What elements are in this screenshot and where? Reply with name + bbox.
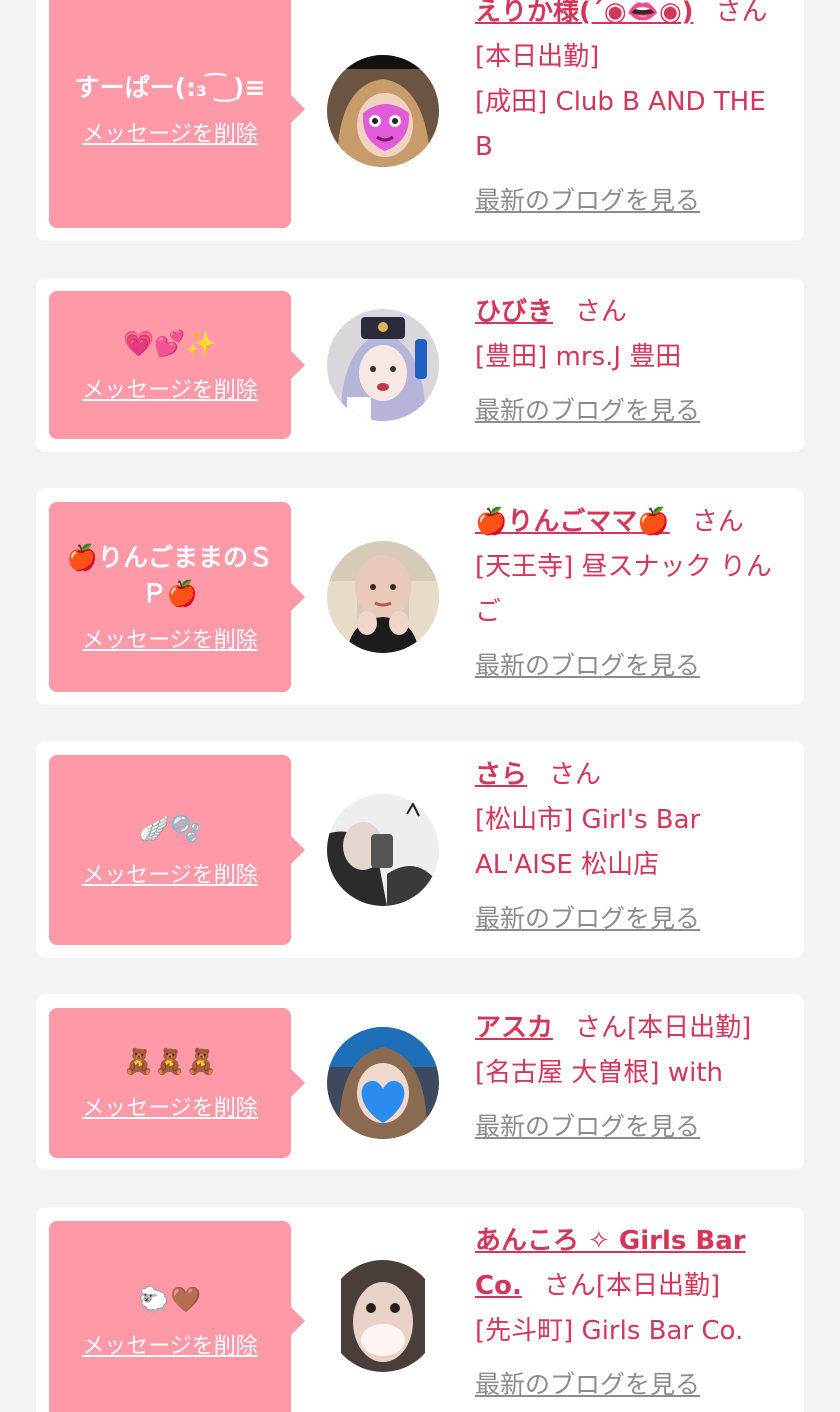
status-text: [本日出勤] <box>627 1013 752 1043</box>
message-tag: すーぱー(:₃ ͡ ͜ )≡ メッセージを削除 <box>49 0 305 228</box>
latest-blog-link[interactable]: 最新のブログを見る <box>475 643 787 688</box>
honorific: さん <box>575 297 628 327</box>
delete-message-link[interactable]: メッセージを削除 <box>82 1090 258 1122</box>
shop-location: [名古屋 大曽根] with <box>475 1058 723 1088</box>
message-tag-text: 💗💕✨ <box>123 329 217 358</box>
latest-blog-link[interactable]: 最新のブログを見る <box>475 1362 787 1407</box>
latest-blog-link[interactable]: 最新のブログを見る <box>475 896 787 941</box>
shop-location: [成田] Club B AND THE B <box>475 87 766 162</box>
message-tag: 🐑🤎 メッセージを削除 <box>49 1221 305 1412</box>
cast-name-link[interactable]: えりか様(´◉👄◉) <box>475 0 694 27</box>
avatar[interactable] <box>327 794 439 906</box>
cast-info: えりか様(´◉👄◉) さん [本日出勤] [成田] Club B AND THE … <box>475 0 787 223</box>
list-item: すーぱー(:₃ ͡ ͜ )≡ メッセージを削除 えりか様(´◉👄◉) さん [本日… <box>36 0 804 241</box>
delete-message-link[interactable]: メッセージを削除 <box>82 116 258 148</box>
status-text: [本日出勤] <box>475 42 600 72</box>
shop-location: [天王寺] 昼スナック りんご <box>475 552 772 627</box>
latest-blog-link[interactable]: 最新のブログを見る <box>475 178 787 223</box>
cast-info: さら さん [松山市] Girl's Bar AL'AISE 松山店 最新のブログ… <box>475 753 787 941</box>
delete-message-link[interactable]: メッセージを削除 <box>82 857 258 889</box>
honorific: さん <box>543 1271 596 1301</box>
delete-message-link[interactable]: メッセージを削除 <box>82 1328 258 1360</box>
delete-message-link[interactable]: メッセージを削除 <box>82 622 258 654</box>
shop-location: [先斗町] Girls Bar Co. <box>475 1316 744 1346</box>
list-item: 🪽🫧 メッセージを削除 さら さん [松山市] Girl's Bar AL'AIS… <box>36 741 804 958</box>
avatar[interactable] <box>327 1027 439 1139</box>
message-tag-text: 🐑🤎 <box>138 1285 202 1314</box>
honorific: さん <box>549 760 602 790</box>
cast-info: ひびき さん [豊田] mrs.J 豊田 最新のブログを見る <box>475 290 787 433</box>
avatar[interactable] <box>327 55 439 167</box>
message-tag: 🧸🧸🧸 メッセージを削除 <box>49 1008 305 1158</box>
message-tag: 🪽🫧 メッセージを削除 <box>49 755 305 945</box>
message-tag-text: すーぱー(:₃ ͡ ͜ )≡ <box>74 73 266 102</box>
cast-info: あんころ ✧ Girls Bar Co. さん[本日出勤] [先斗町] Girls… <box>475 1219 787 1407</box>
latest-blog-link[interactable]: 最新のブログを見る <box>475 1104 787 1149</box>
status-text: [本日出勤] <box>595 1271 721 1301</box>
message-tag: 🍎りんごままのＳＰ🍎 メッセージを削除 <box>49 502 305 692</box>
message-tag-text: 🪽🫧 <box>138 814 202 843</box>
honorific: さん <box>715 0 768 27</box>
message-list: すーぱー(:₃ ͡ ͜ )≡ メッセージを削除 えりか様(´◉👄◉) さん [本日… <box>0 0 840 1412</box>
avatar[interactable] <box>327 1260 439 1372</box>
honorific: さん <box>575 1013 628 1043</box>
message-tag-text: 🧸🧸🧸 <box>123 1047 217 1076</box>
cast-info: 🍎りんごママ🍎 さん [天王寺] 昼スナック りんご 最新のブログを見る <box>475 500 787 688</box>
message-tag-text: 🍎りんごままのＳＰ🍎 <box>66 543 274 608</box>
list-item: 🧸🧸🧸 メッセージを削除 アスカ さん[本日出勤] [名古屋 大曽根] with … <box>36 994 804 1170</box>
list-item: 💗💕✨ メッセージを削除 ひびき さん [豊田] mrs.J 豊田 最新のブログを… <box>36 278 804 452</box>
list-item: 🍎りんごままのＳＰ🍎 メッセージを削除 🍎りんごママ🍎 さん [天王寺] 昼スナッ… <box>36 488 804 705</box>
shop-location: [松山市] Girl's Bar AL'AISE 松山店 <box>475 805 701 880</box>
avatar[interactable] <box>327 541 439 653</box>
cast-info: アスカ さん[本日出勤] [名古屋 大曽根] with 最新のブログを見る <box>475 1006 787 1149</box>
latest-blog-link[interactable]: 最新のブログを見る <box>475 388 787 433</box>
shop-location: [豊田] mrs.J 豊田 <box>475 342 682 372</box>
delete-message-link[interactable]: メッセージを削除 <box>82 372 258 404</box>
avatar[interactable] <box>327 309 439 421</box>
list-item: 🐑🤎 メッセージを削除 あんころ ✧ Girls Bar Co. さん[本日出勤]… <box>36 1207 804 1412</box>
cast-name-link[interactable]: アスカ <box>475 1013 553 1043</box>
cast-name-link[interactable]: さら <box>475 760 527 790</box>
message-tag: 💗💕✨ メッセージを削除 <box>49 291 305 439</box>
cast-name-link[interactable]: ひびき <box>475 297 553 327</box>
cast-name-link[interactable]: 🍎りんごママ🍎 <box>475 507 670 537</box>
honorific: さん <box>691 507 744 537</box>
